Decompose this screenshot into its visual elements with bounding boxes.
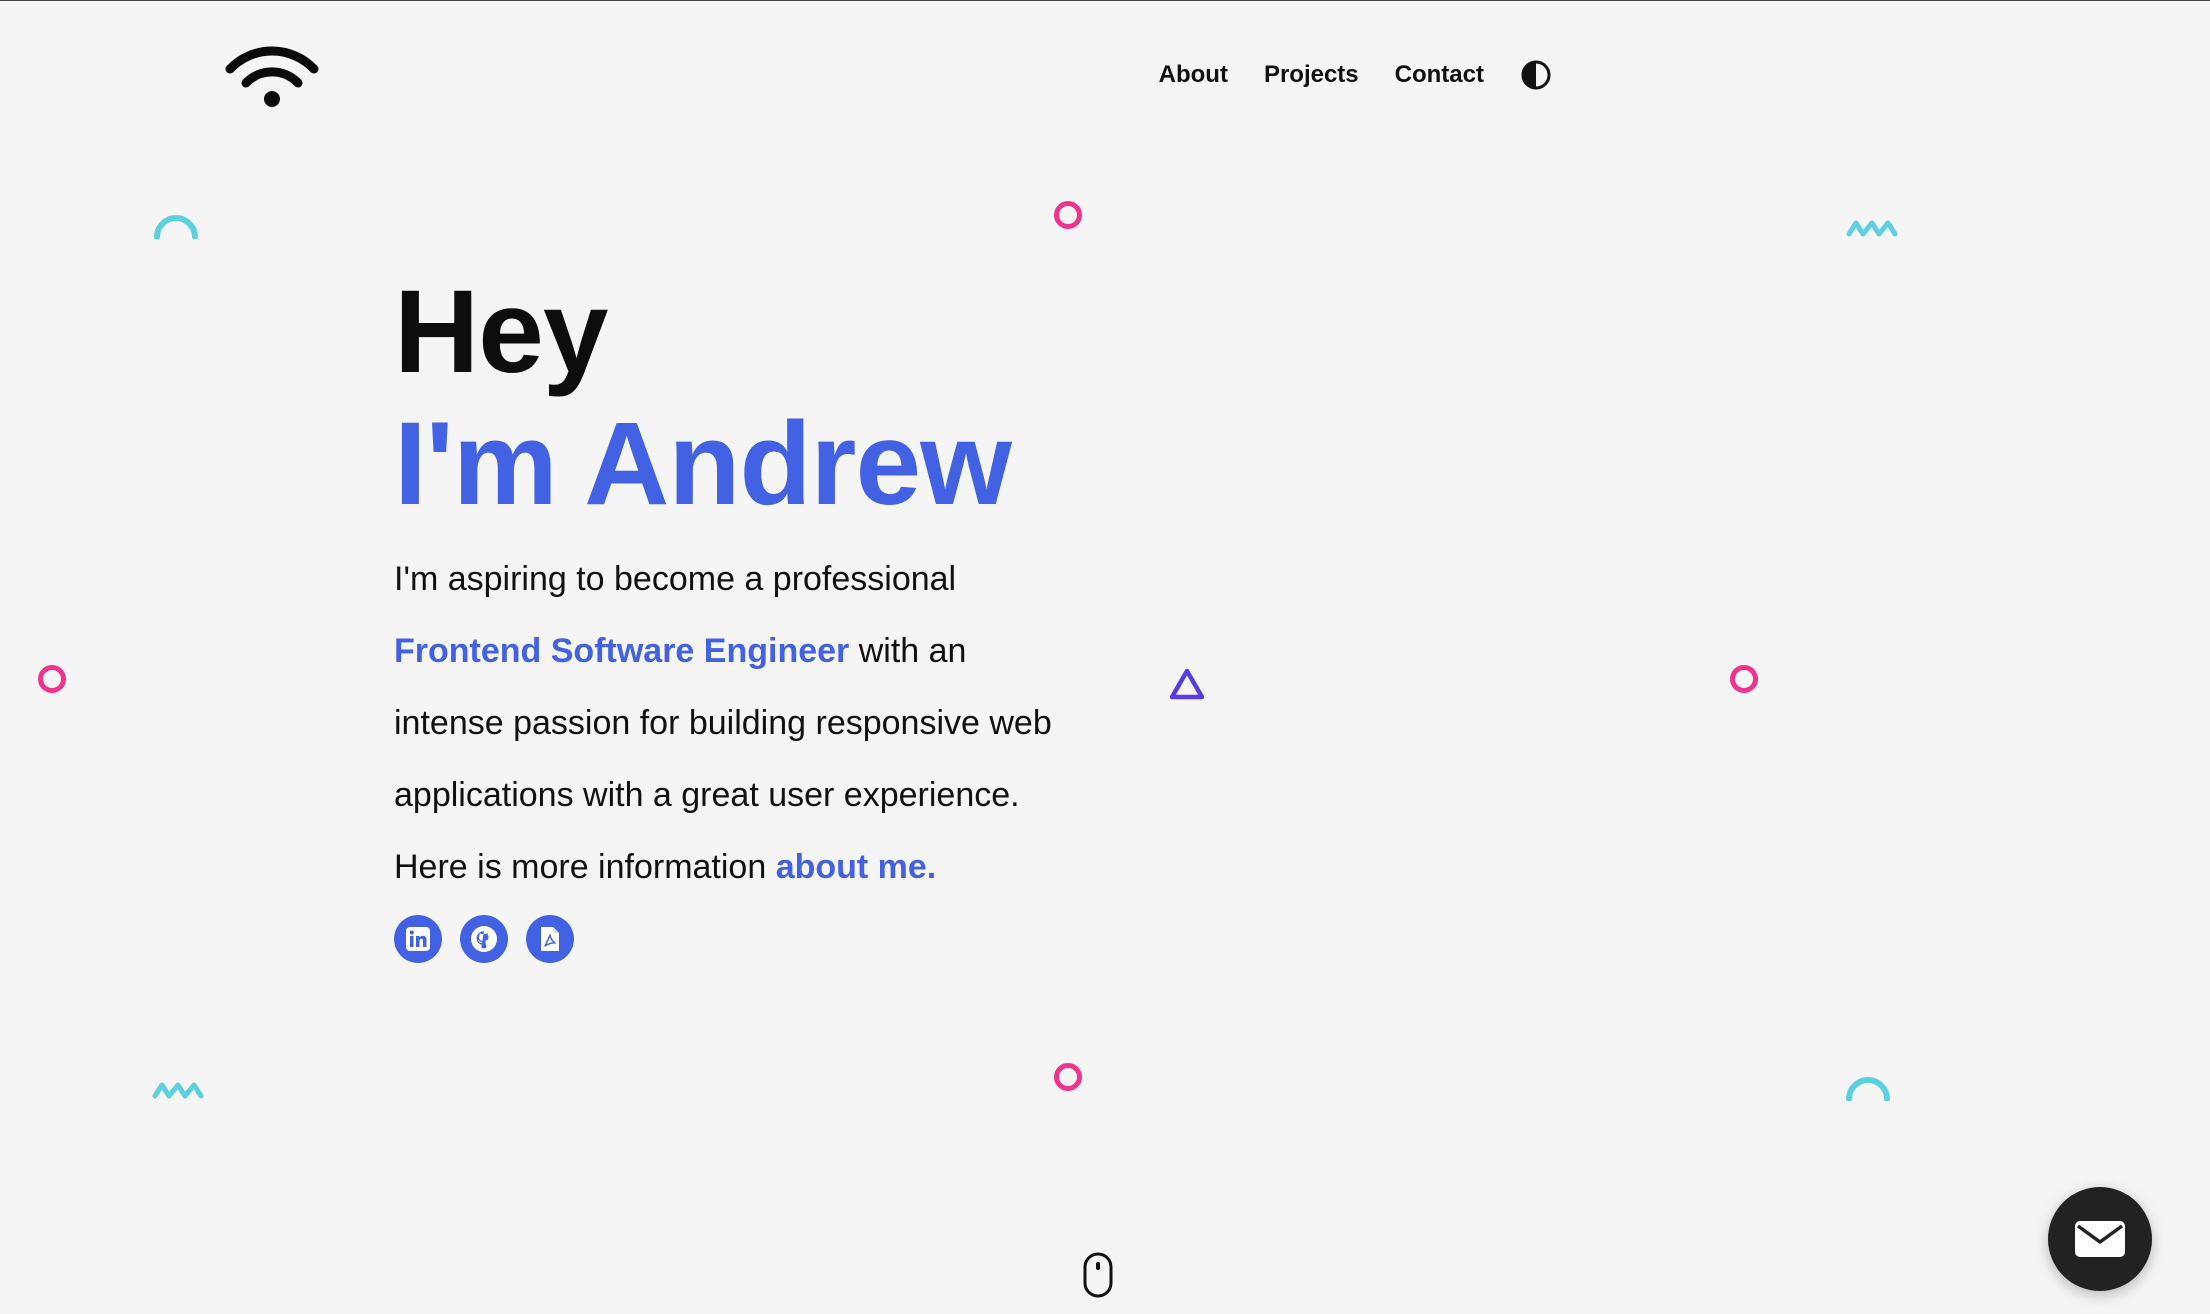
arc-icon [1846,1077,1890,1101]
more-info-line: Here is more information about me. [394,831,1074,903]
nav-contact-link[interactable]: Contact [1395,61,1484,89]
intro-highlight: Frontend Software Engineer [394,632,850,670]
nav-projects-link[interactable]: Projects [1264,61,1359,89]
envelope-icon [2075,1221,2125,1257]
linkedin-button[interactable] [394,915,442,963]
contact-mail-button[interactable] [2048,1187,2152,1291]
circle-icon [1054,201,1082,229]
more-info-text: Here is more information [394,848,776,886]
arc-icon [154,215,198,239]
github-button[interactable] [460,915,508,963]
circle-icon [1054,1063,1082,1091]
hero-intro: I'm aspiring to become a professional Fr… [394,543,1074,831]
triangle-icon [1169,668,1205,700]
main-nav: About Projects Contact [1159,59,1552,91]
social-links [394,915,1074,963]
pdf-resume-icon [541,927,559,951]
zigzag-icon [152,1082,204,1099]
circle-icon [1730,665,1758,693]
github-icon [471,926,497,952]
hero-name: I'm Andrew [394,398,1012,530]
intro-text-before: I'm aspiring to become a professional [394,560,957,598]
hero-greeting: Hey [394,266,608,398]
linkedin-icon [406,927,430,951]
wifi-icon[interactable] [224,41,320,111]
hero-section: Hey I'm Andrew I'm aspiring to become a … [394,273,1074,963]
theme-toggle-icon[interactable] [1520,59,1552,91]
resume-pdf-button[interactable] [526,915,574,963]
zigzag-icon [1846,220,1898,237]
about-me-link[interactable]: about me. [776,848,937,886]
mouse-scroll-icon [1083,1252,1113,1298]
nav-about-link[interactable]: About [1159,61,1228,89]
circle-icon [38,665,66,693]
